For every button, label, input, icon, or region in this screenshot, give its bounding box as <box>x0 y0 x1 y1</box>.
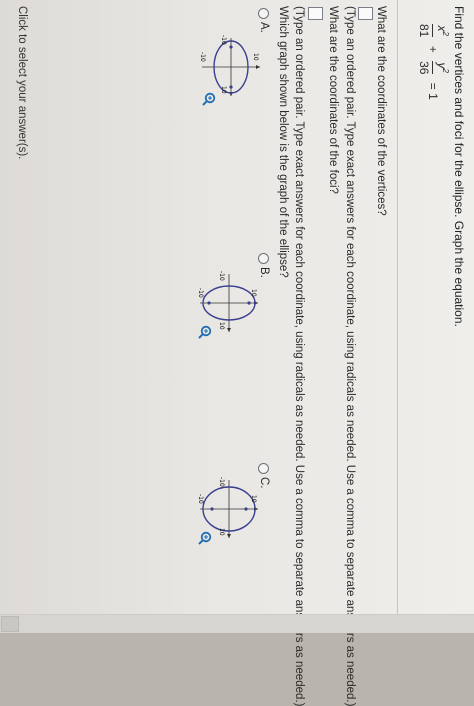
option-a-tick-bottom: -10 <box>199 52 206 62</box>
option-a-graph: 10 -10 10 -10 <box>199 35 260 96</box>
option-c-radio[interactable] <box>258 463 269 474</box>
x-fraction: x2 81 <box>417 24 450 38</box>
option-b-radio[interactable] <box>258 253 269 264</box>
option-c-tick-right: 10 <box>218 528 225 536</box>
vertices-question: What are the coordinates of the vertices… <box>375 6 387 216</box>
plus-sign: + <box>426 45 441 53</box>
option-b-tick-top: 10 <box>250 289 257 297</box>
ellipse-equation: x2 81 + y2 36 = 1 <box>416 22 450 103</box>
option-c-zoom-in-icon[interactable] <box>198 531 212 545</box>
option-b-tick-left: -10 <box>218 271 225 281</box>
option-a-zoom-in-icon[interactable] <box>202 92 216 106</box>
option-a-tick-top: 10 <box>252 53 259 61</box>
option-a-tick-left: -10 <box>220 35 227 45</box>
option-a-tick-right: 10 <box>220 86 227 94</box>
vertices-answer-input[interactable] <box>358 7 373 20</box>
vertices-format-hint: (Type an ordered pair. Type exact answer… <box>344 6 356 706</box>
foci-question: What are the coordinates of the foci? <box>327 6 339 194</box>
option-c-tick-top: 10 <box>250 495 257 503</box>
divider <box>397 0 398 632</box>
equals-one: = 1 <box>426 82 441 100</box>
foci-format-hint: (Type an ordered pair. Type exact answer… <box>293 6 305 706</box>
footer-instruction: Click to select your answer(s). <box>16 6 28 160</box>
option-a-radio[interactable] <box>258 8 269 19</box>
problem-instruction: Find the vertices and foci for the ellip… <box>452 6 466 327</box>
option-b-tick-bottom: -10 <box>197 288 204 298</box>
question-panel: Find the vertices and foci for the ellip… <box>0 0 474 706</box>
y-fraction: y2 36 <box>417 61 450 75</box>
option-c-tick-bottom: -10 <box>197 494 204 504</box>
scroll-handle[interactable] <box>1 616 19 632</box>
foci-answer-input[interactable] <box>308 7 323 20</box>
window-edge <box>0 614 474 633</box>
option-a-label[interactable]: A. <box>257 22 271 33</box>
option-b-tick-right: 10 <box>218 322 225 330</box>
option-c-tick-left: -10 <box>218 477 225 487</box>
option-b-zoom-in-icon[interactable] <box>198 325 212 339</box>
graph-question: Which graph shown below is the graph of … <box>277 6 289 278</box>
